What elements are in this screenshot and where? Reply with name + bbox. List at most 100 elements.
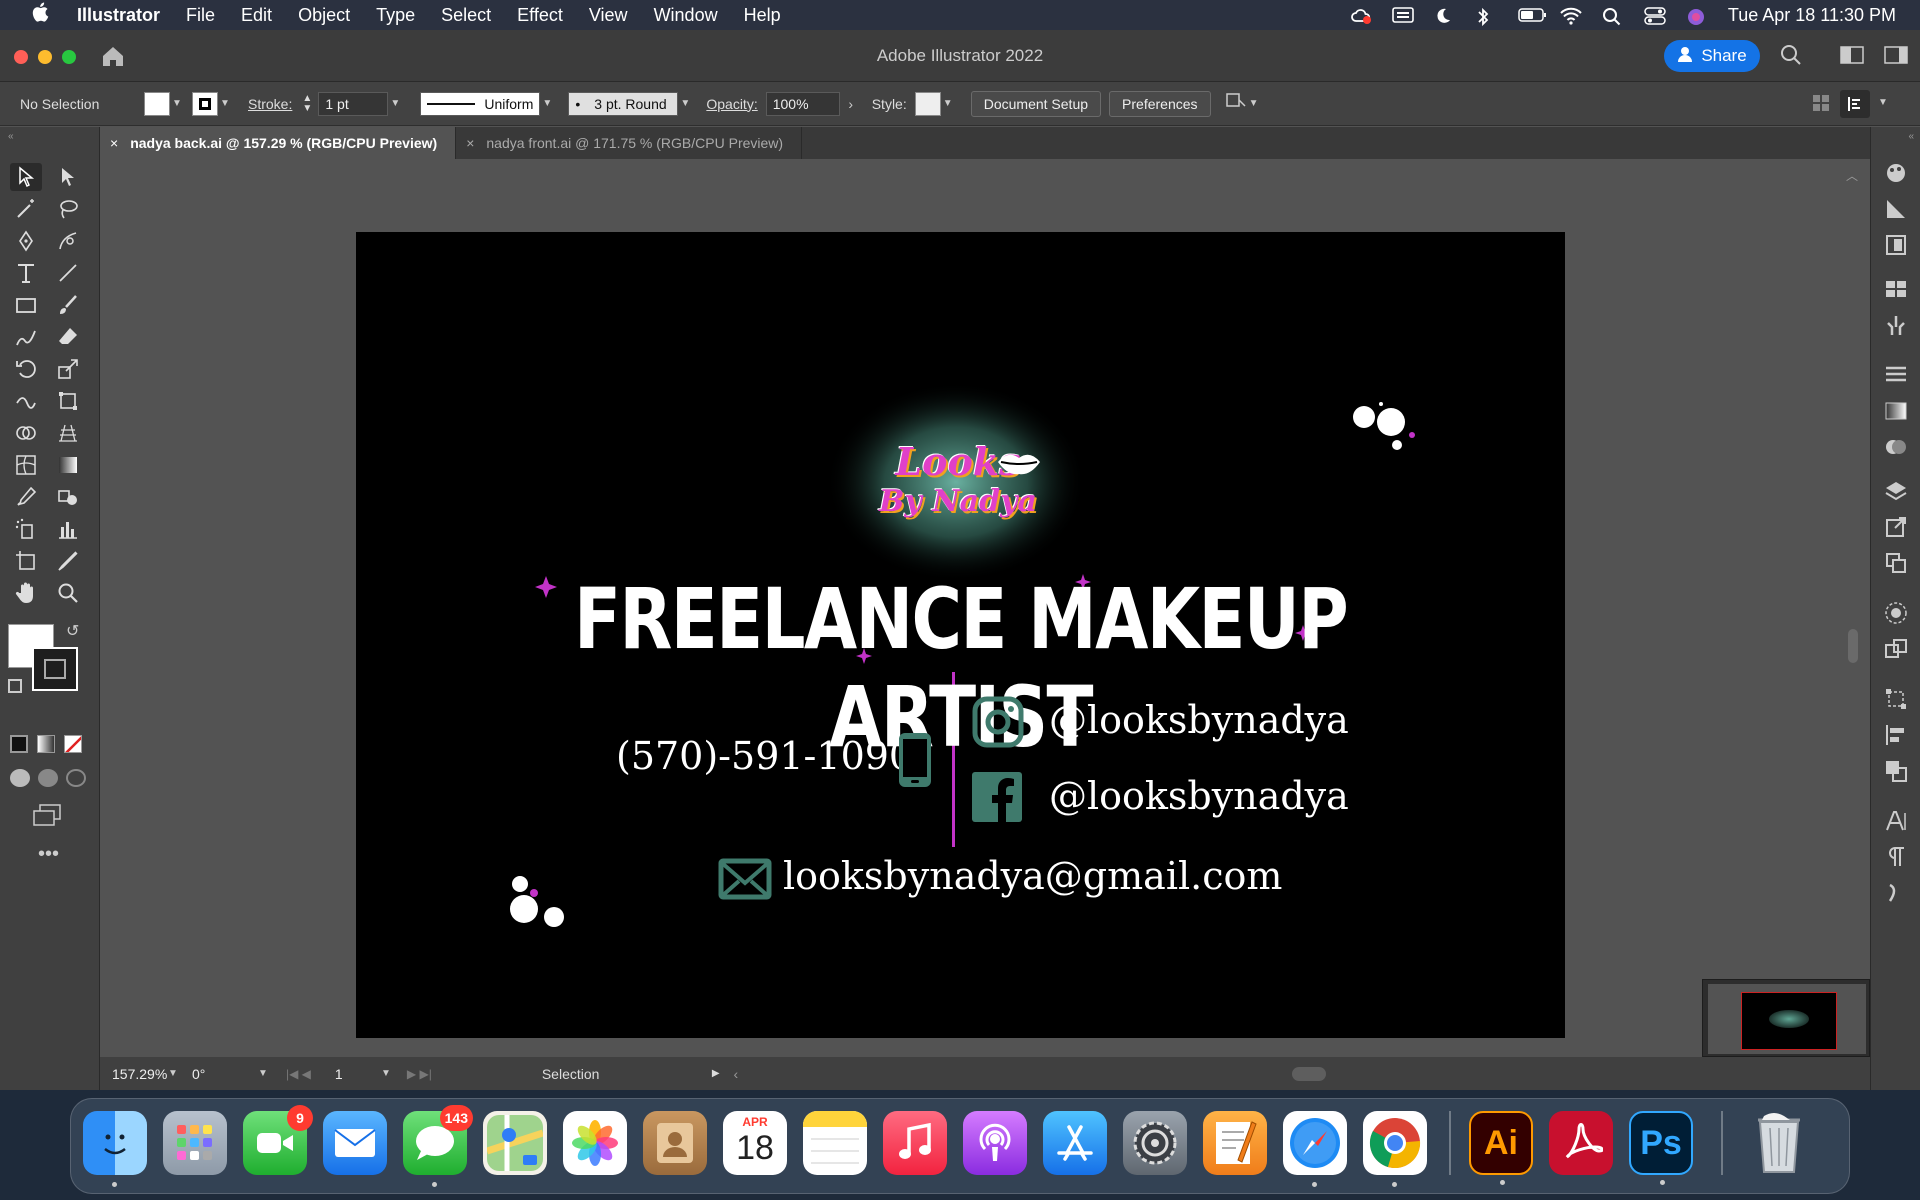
stroke-stepper-icon[interactable]: ▲ ▼ [300,93,314,114]
brush-dropdown-icon[interactable]: ▼ [678,98,692,109]
menu-file[interactable]: File [173,5,228,26]
menu-app-name[interactable]: Illustrator [64,5,173,26]
finder-icon[interactable] [83,1111,147,1187]
calendar-icon[interactable]: APR 18 [723,1111,787,1175]
blend-tool[interactable] [52,483,84,511]
zoom-dropdown-icon[interactable]: ▼ [166,1068,180,1079]
artboard[interactable]: Looks By Nadya FREELANCE MAKEUP ARTIST (… [356,232,1565,1038]
photoshop-icon[interactable]: Ps [1629,1111,1693,1185]
facetime-icon[interactable]: 9 [243,1105,313,1175]
shape-builder-tool[interactable] [10,419,42,447]
battery-icon[interactable] [1518,7,1546,23]
stroke-dropdown-icon[interactable]: ▼ [218,98,232,109]
stroke-weight-field[interactable]: 1 pt [318,91,389,116]
mesh-tool[interactable] [10,451,42,479]
draw-behind-icon[interactable] [38,769,58,787]
artboard-number-field[interactable]: 1 [328,1061,379,1086]
transform-panel-icon[interactable] [1884,687,1908,711]
photos-icon[interactable] [563,1111,627,1175]
opentype-icon[interactable] [1884,881,1908,905]
rectangle-tool[interactable] [10,291,42,319]
workspace-switcher-icon[interactable] [1840,46,1864,69]
stroke-weight-dropdown-icon[interactable]: ▼ [388,98,402,109]
lasso-tool[interactable] [52,195,84,223]
align-panel-icon[interactable] [1884,723,1908,747]
close-tab-icon[interactable]: × [110,135,118,151]
chrome-icon[interactable] [1363,1111,1427,1187]
moon-icon[interactable] [1434,7,1456,23]
gradient-tool[interactable] [52,451,84,479]
menubar-clock[interactable]: Tue Apr 18 11:30 PM [1728,5,1896,26]
panel-toggle-icon[interactable] [1884,46,1908,69]
free-transform-tool[interactable] [52,387,84,415]
stroke-color-box[interactable] [32,647,78,691]
appearance-icon[interactable] [1884,161,1908,185]
messages-icon[interactable]: 143 [403,1105,473,1187]
artboards-panel-icon[interactable] [1884,551,1908,575]
stroke-label[interactable]: Stroke: [248,96,292,112]
variable-width-profile[interactable]: Uniform [420,91,541,116]
eraser-tool[interactable] [52,323,84,351]
menu-window[interactable]: Window [641,5,731,26]
menu-view[interactable]: View [576,5,641,26]
maps-icon[interactable] [483,1111,547,1175]
contacts-icon[interactable] [643,1111,707,1175]
transparency-icon[interactable] [1884,435,1908,459]
brush-definition[interactable]: • 3 pt. Round [568,91,679,116]
artboard-dropdown-icon[interactable]: ▼ [379,1068,393,1079]
opacity-field[interactable]: 100% [765,91,840,116]
stroke-swatch[interactable] [192,91,218,116]
direct-selection-tool[interactable] [52,163,84,191]
vertical-scrollbar-thumb[interactable] [1848,629,1858,663]
tab-nadya-back[interactable]: × nadya back.ai @ 157.29 % (RGB/CPU Prev… [100,127,457,159]
pen-tool[interactable] [10,227,42,255]
music-icon[interactable] [883,1111,947,1175]
collapse-tools-icon[interactable]: « [8,131,14,142]
notes-icon[interactable] [803,1111,867,1175]
symbol-sprayer-tool[interactable] [10,515,42,543]
podcasts-icon[interactable] [963,1111,1027,1175]
style-dropdown-icon[interactable]: ▼ [941,98,955,109]
curvature-tool[interactable] [52,227,84,255]
color-guide-icon[interactable] [1884,197,1908,221]
search-icon[interactable] [1602,7,1624,26]
align-grid-icon[interactable] [1812,94,1830,115]
illustrator-icon[interactable]: Ai [1469,1111,1533,1185]
rotate-tool[interactable] [10,355,42,383]
share-button[interactable]: Share [1664,40,1760,72]
magic-wand-tool[interactable] [10,195,42,223]
perspective-grid-tool[interactable] [52,419,84,447]
image-trace-icon[interactable] [1884,601,1908,625]
screen-mode-icon[interactable] [32,803,62,832]
artboard-tool[interactable] [10,547,42,575]
shaper-tool[interactable] [10,323,42,351]
stroke-panel-icon[interactable] [1884,363,1908,387]
graphic-style-swatch[interactable] [914,91,941,116]
close-tab-icon[interactable]: × [466,135,474,151]
pages-icon[interactable] [1203,1111,1267,1175]
graphic-styles-icon[interactable] [1884,233,1908,257]
safari-icon[interactable] [1283,1111,1347,1187]
hand-tool[interactable] [10,579,42,607]
mail-icon[interactable] [323,1111,387,1175]
menu-help[interactable]: Help [731,5,794,26]
bluetooth-icon[interactable] [1476,7,1498,27]
canvas-area[interactable]: Looks By Nadya FREELANCE MAKEUP ARTIST (… [100,159,1870,1057]
paragraph-panel-icon[interactable] [1884,845,1908,869]
navigator-thumbnail[interactable] [1702,979,1870,1057]
arrange-dropdown-icon[interactable]: ▼ [1247,98,1261,109]
gradient-mode-icon[interactable] [37,735,55,753]
launchpad-icon[interactable] [163,1111,227,1175]
layers-icon[interactable] [1884,479,1908,503]
wifi-icon[interactable] [1560,7,1582,25]
symbols-icon[interactable] [1884,313,1908,337]
pathfinder-icon[interactable] [1884,759,1908,783]
app-store-icon[interactable] [1043,1111,1107,1175]
gradient-panel-icon[interactable] [1884,399,1908,423]
type-tool[interactable] [10,259,42,287]
trash-icon[interactable] [1747,1111,1811,1175]
default-fill-stroke-icon[interactable] [8,679,22,693]
eyedropper-tool[interactable] [10,483,42,511]
links-icon[interactable] [1884,637,1908,661]
zoom-tool[interactable] [52,579,84,607]
